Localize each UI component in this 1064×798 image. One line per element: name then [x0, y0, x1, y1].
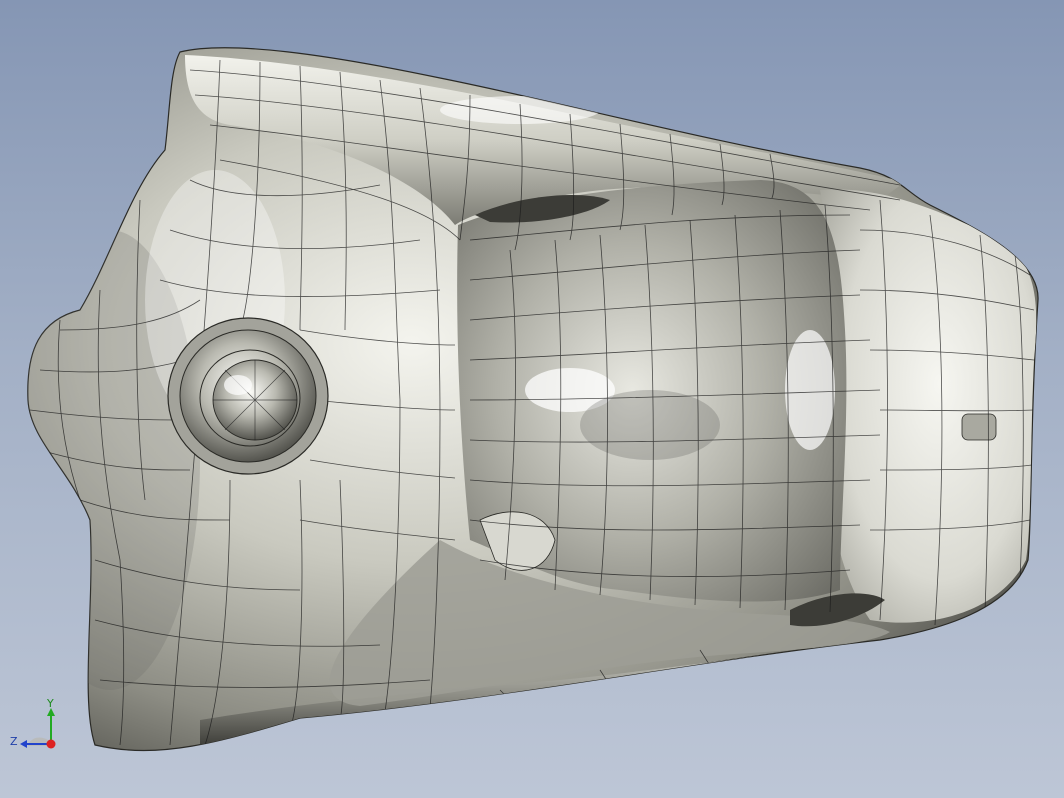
graphics-viewport[interactable]: Y Z: [0, 0, 1064, 798]
3d-model-view[interactable]: [0, 0, 1064, 798]
orientation-triad: Y Z: [8, 696, 64, 756]
right-highlight: [785, 330, 835, 450]
circular-boss: [167, 317, 329, 475]
triad-z-label: Z: [10, 735, 18, 748]
right-face-tab: [961, 413, 997, 441]
triad-y-label: Y: [47, 697, 54, 710]
right-end-face: [820, 189, 1037, 623]
cavity-bump: [580, 390, 720, 460]
